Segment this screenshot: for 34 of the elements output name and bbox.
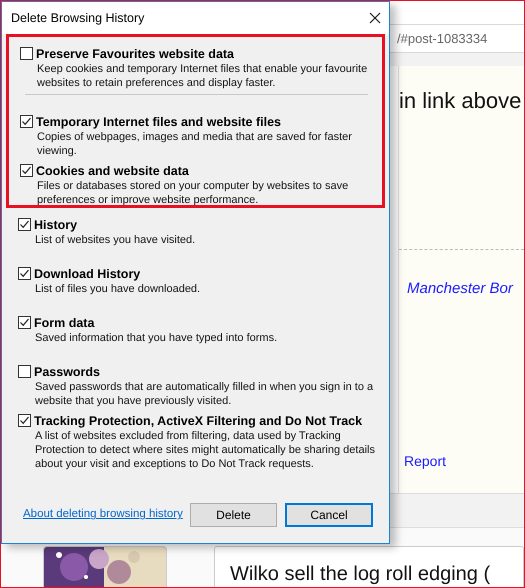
option-label[interactable]: Passwords xyxy=(34,364,381,380)
post-heading: in link above xyxy=(399,87,522,115)
post-text: Wilko sell the log roll edging ( xyxy=(230,563,490,585)
post-link[interactable]: Manchester Bor xyxy=(407,278,524,300)
checkbox[interactable] xyxy=(18,316,31,329)
option-label[interactable]: Download History xyxy=(34,266,204,282)
option-label[interactable]: Temporary Internet files and website files xyxy=(36,114,378,130)
window-title: Delete Browsing History xyxy=(11,10,144,27)
help-link[interactable]: About deleting browsing history xyxy=(23,506,183,524)
checkbox[interactable] xyxy=(18,267,31,280)
option-description: Saved passwords that are automatically filled in when you sign in to a website that you have previously visited. xyxy=(34,380,374,408)
option-label[interactable]: Tracking Protection, ActiveX Filtering and Do Not Track xyxy=(34,413,381,429)
option-description: A list of websites excluded from filtering, data used by Tracking Protection to detect where sites might automatically be sharing details about your visit and exceptions to Do Not Track requests. xyxy=(34,429,376,471)
option-label[interactable]: History xyxy=(34,217,200,233)
checkbox[interactable] xyxy=(18,414,31,427)
checkbox[interactable] xyxy=(18,218,31,231)
option-description: Keep cookies and temporary Internet files that enable your favourite websites to retain preferences and display faster. xyxy=(36,62,368,90)
option-description: Files or databases stored on your computer by websites to save preferences or improve website performance. xyxy=(36,179,350,205)
option-description: Copies of webpages, images and media that are saved for faster viewing. xyxy=(36,130,353,158)
option-label[interactable]: Form data xyxy=(34,315,282,331)
dialog-button[interactable]: Cancel xyxy=(285,503,373,527)
option-description: List of websites you have visited. xyxy=(34,233,196,247)
option-description: Saved information that you have typed into forms. xyxy=(34,331,278,345)
address-text[interactable]: /#post-1083334 xyxy=(397,28,488,48)
checkbox[interactable] xyxy=(20,164,33,177)
checkbox[interactable] xyxy=(20,115,33,128)
checkbox[interactable] xyxy=(20,47,33,60)
report-link[interactable]: Report xyxy=(404,450,524,472)
checkbox[interactable] xyxy=(18,365,31,378)
option-label[interactable]: Cookies and website data xyxy=(36,163,378,179)
option-label[interactable]: Preserve Favourites website data xyxy=(36,46,378,62)
dialog-button[interactable]: Delete xyxy=(190,503,277,527)
option-description: List of files you have downloaded. xyxy=(34,282,202,296)
close-icon[interactable] xyxy=(369,12,381,24)
